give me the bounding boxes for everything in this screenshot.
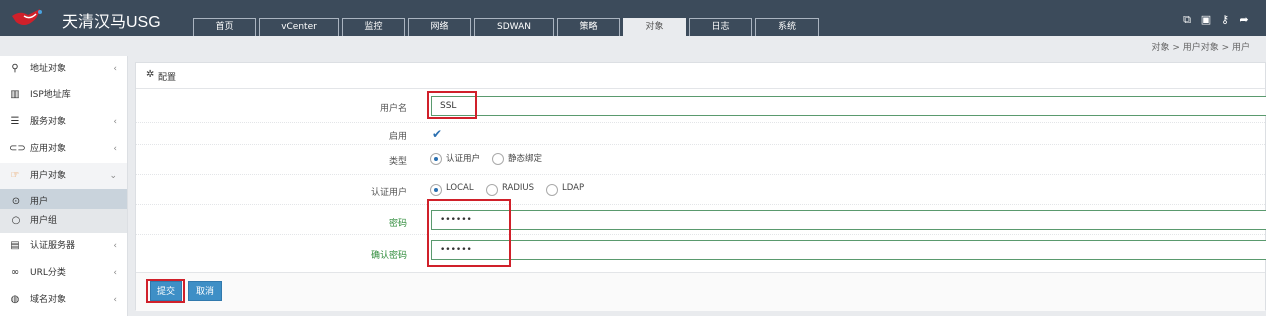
panel-header: ✲ 配置 bbox=[136, 63, 1265, 89]
confirm-password-input[interactable]: •••••• bbox=[431, 240, 1266, 260]
chevron-left-icon: ‹ bbox=[113, 144, 117, 154]
toggle-icon: ⊂⊃ bbox=[9, 143, 26, 154]
password-input[interactable]: •••••• bbox=[431, 210, 1266, 230]
map-icon: ▥ bbox=[10, 89, 20, 100]
gear-icon: ✲ bbox=[146, 69, 155, 80]
hand-pointer-icon: ☞ bbox=[10, 170, 20, 181]
sidebar-item-service-objects[interactable]: ☰ 服务对象 ‹ bbox=[0, 109, 127, 135]
map-marker-icon: ⚲ bbox=[11, 63, 19, 74]
enabled-row: 启用 ✔ bbox=[136, 123, 1265, 145]
username-label: 用户名 bbox=[379, 104, 407, 114]
highlight-username bbox=[427, 91, 477, 119]
tab-sdwan[interactable]: SDWAN bbox=[474, 18, 554, 36]
username-row: 用户名 SSL bbox=[136, 89, 1266, 123]
save-icon[interactable]: ▣ bbox=[1199, 13, 1213, 26]
sidebar-item-auth-server[interactable]: ▤ 认证服务器 ‹ bbox=[0, 233, 127, 259]
auth-ldap-label: LDAP bbox=[562, 183, 585, 193]
breadcrumb-bar: 对象 > 用户对象 > 用户 bbox=[0, 36, 1266, 56]
type-auth-user-radio[interactable] bbox=[430, 153, 442, 165]
sidebar-item-app-objects[interactable]: ⊂⊃ 应用对象 ‹ bbox=[0, 136, 127, 162]
globe-icon: ◍ bbox=[10, 294, 20, 305]
type-row: 类型 认证用户 静态绑定 bbox=[136, 145, 1265, 175]
password-row: 密码 •••••• bbox=[136, 205, 1266, 235]
tab-network[interactable]: 网络 bbox=[408, 18, 471, 36]
cancel-button[interactable]: 取消 bbox=[188, 281, 222, 301]
sidebar-item-user-objects[interactable]: ☞ 用户对象 ⌄ bbox=[0, 163, 127, 189]
enabled-checkbox[interactable]: ✔ bbox=[432, 128, 444, 140]
tab-home[interactable]: 首页 bbox=[193, 18, 256, 36]
chevron-left-icon: ‹ bbox=[113, 117, 117, 127]
form-footer: 提交 取消 bbox=[136, 272, 1265, 311]
chevron-left-icon: ‹ bbox=[113, 64, 117, 74]
type-static-bind-label: 静态绑定 bbox=[508, 154, 543, 164]
auth-radius-label: RADIUS bbox=[502, 183, 535, 193]
compare-icon[interactable]: ⧉ bbox=[1180, 13, 1194, 27]
tab-system[interactable]: 系统 bbox=[755, 18, 819, 36]
chevron-left-icon: ‹ bbox=[113, 241, 117, 251]
tab-monitor[interactable]: 监控 bbox=[342, 18, 405, 36]
sidebar: ⚲ 地址对象 ‹ ▥ ISP地址库 ☰ 服务对象 ‹ ⊂⊃ 应用对象 ‹ ☞ 用… bbox=[0, 56, 128, 316]
confirm-password-row: 确认密码 •••••• bbox=[136, 235, 1266, 272]
bird-logo-icon bbox=[12, 9, 42, 25]
app-title: 天清汉马USG bbox=[62, 14, 161, 31]
sidebar-item-address-objects[interactable]: ⚲ 地址对象 ‹ bbox=[0, 56, 127, 82]
confirm-password-label: 确认密码 bbox=[370, 251, 407, 261]
username-input[interactable]: SSL bbox=[431, 96, 1266, 116]
top-bar: 天清汉马USG 首页 vCenter 监控 网络 SDWAN 策略 对象 日志 … bbox=[0, 0, 1266, 36]
auth-local-label: LOCAL bbox=[446, 183, 474, 193]
sidebar-item-domain-objects[interactable]: ◍ 域名对象 ‹ bbox=[0, 287, 127, 313]
config-panel: ✲ 配置 用户名 SSL 启用 ✔ 类型 认证用户 静态绑定 认证用户 LOCA… bbox=[135, 62, 1266, 311]
panel-title: 配置 bbox=[158, 73, 177, 83]
sidebar-item-isp-library[interactable]: ▥ ISP地址库 bbox=[0, 82, 127, 108]
key-icon[interactable]: ⚷ bbox=[1218, 13, 1232, 26]
breadcrumb: 对象 > 用户对象 > 用户 bbox=[1151, 43, 1250, 53]
chevron-left-icon: ‹ bbox=[113, 268, 117, 278]
chevron-down-icon: ⌄ bbox=[109, 171, 117, 181]
list-icon: ☰ bbox=[10, 116, 20, 127]
link-icon: ∞ bbox=[10, 267, 20, 278]
tab-logs[interactable]: 日志 bbox=[689, 18, 752, 36]
sidebar-item-user-group[interactable]: ○ 用户组 bbox=[0, 209, 127, 233]
logout-icon[interactable]: ➦ bbox=[1237, 13, 1251, 26]
circle-icon: ○ bbox=[11, 215, 21, 226]
enabled-label: 启用 bbox=[388, 132, 407, 142]
server-icon: ▤ bbox=[10, 240, 20, 251]
auth-local-radio[interactable] bbox=[430, 184, 442, 196]
type-label: 类型 bbox=[388, 157, 407, 167]
tab-vcenter[interactable]: vCenter bbox=[259, 18, 339, 36]
chevron-left-icon: ‹ bbox=[113, 295, 117, 305]
auth-user-label: 认证用户 bbox=[370, 188, 407, 198]
sidebar-item-url-category[interactable]: ∞ URL分类 ‹ bbox=[0, 260, 127, 286]
tab-policy[interactable]: 策略 bbox=[557, 18, 620, 36]
auth-ldap-radio[interactable] bbox=[546, 184, 558, 196]
password-label: 密码 bbox=[388, 219, 407, 229]
highlight-passwords bbox=[427, 199, 511, 267]
auth-radius-radio[interactable] bbox=[486, 184, 498, 196]
type-static-bind-radio[interactable] bbox=[492, 153, 504, 165]
tab-objects[interactable]: 对象 bbox=[623, 18, 686, 36]
type-auth-user-label: 认证用户 bbox=[446, 154, 481, 164]
auth-user-row: 认证用户 LOCAL RADIUS LDAP bbox=[136, 175, 1265, 205]
highlight-submit bbox=[146, 279, 185, 303]
